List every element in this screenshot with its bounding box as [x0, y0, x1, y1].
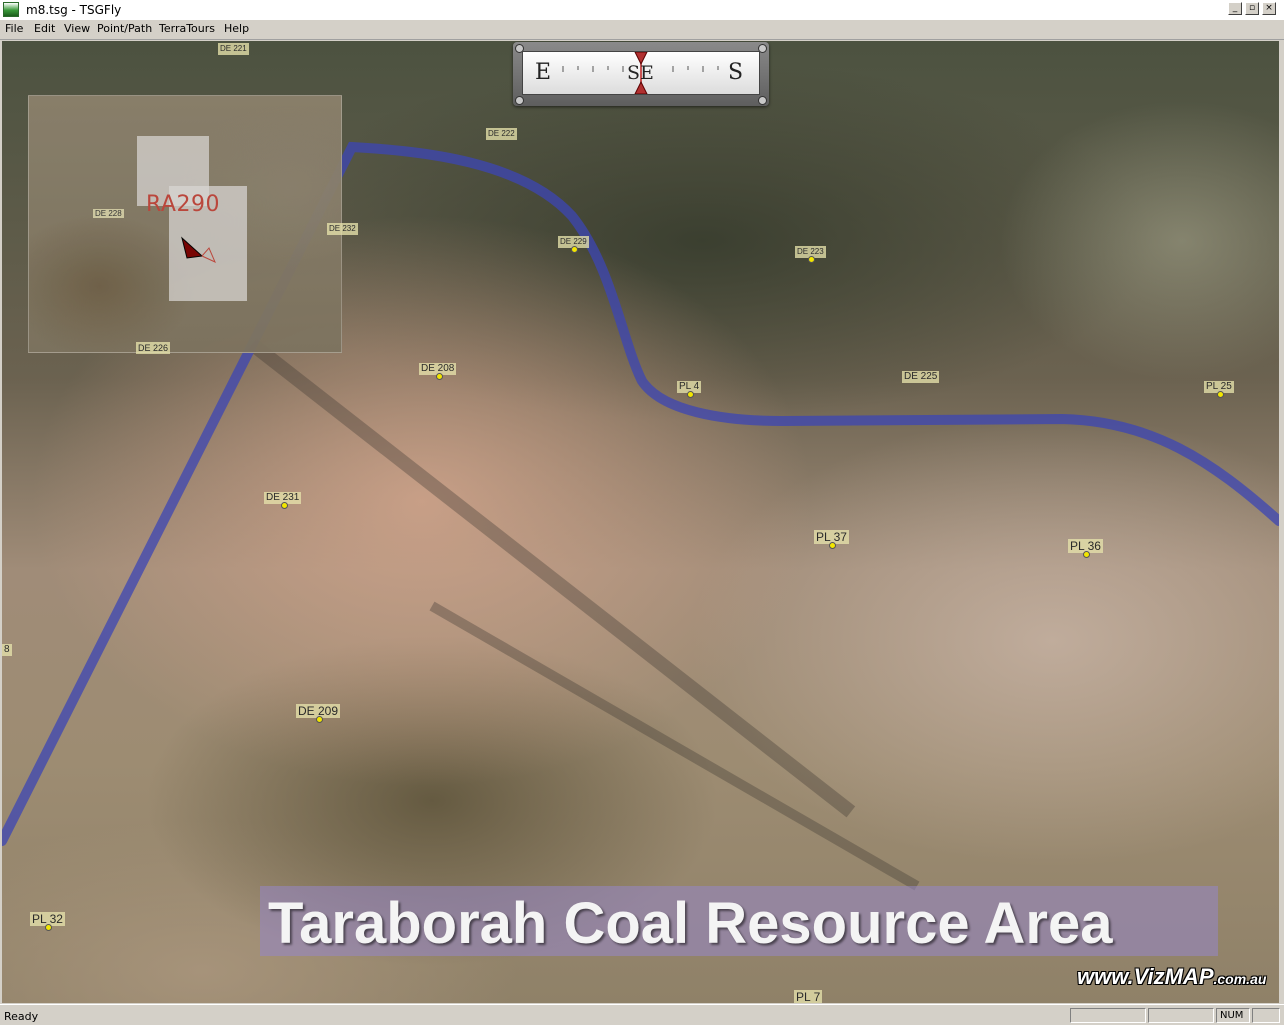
restore-button[interactable]: ▫ [1245, 2, 1259, 15]
map-label[interactable]: PL 32 [30, 912, 65, 931]
map-label[interactable]: DE 231 [264, 492, 302, 509]
map-label[interactable]: DE 221 [218, 43, 249, 55]
app-icon [3, 2, 19, 17]
inset-area-label: RA290 [146, 192, 220, 217]
minimize-button[interactable]: _ [1228, 2, 1242, 15]
map-label[interactable]: DE 222 [486, 128, 517, 140]
map-label[interactable]: DE 225 [902, 371, 940, 383]
map-label[interactable]: DE 209 [296, 704, 341, 723]
menu-file[interactable]: File [5, 22, 23, 35]
map-label[interactable]: DE 208 [419, 363, 457, 380]
compass-left-label: E [535, 60, 552, 85]
menu-point-path[interactable]: Point/Path [97, 22, 152, 35]
map-label[interactable]: PL 37 [814, 530, 849, 549]
map-label[interactable]: DE 232 [327, 223, 358, 235]
inset-de-label: DE 228 [93, 209, 124, 218]
status-text: Ready [4, 1010, 39, 1023]
status-pane [1148, 1008, 1214, 1023]
map-label[interactable]: PL 36 [1068, 539, 1103, 558]
inset-map: RA290 DE 228 [28, 95, 342, 353]
menu-terratours[interactable]: TerraTours [159, 22, 215, 35]
map-label[interactable]: 8 [2, 644, 12, 656]
area-title-text: Taraborah Coal Resource Area [268, 891, 1113, 956]
map-label[interactable]: DE 226 [136, 342, 171, 354]
vizmap-watermark: www.VizMAP.com.au [1077, 964, 1266, 990]
map-label[interactable]: PL 7 [794, 990, 823, 1003]
menu-help[interactable]: Help [224, 22, 249, 35]
status-pane [1070, 1008, 1146, 1023]
compass-right-label: S [728, 60, 744, 85]
map-label[interactable]: DE 229 [558, 236, 589, 253]
area-title-banner: Taraborah Coal Resource Area [260, 886, 1218, 956]
watermark-main: www.VizMAP [1077, 964, 1214, 989]
map-label[interactable]: PL 25 [1204, 381, 1234, 398]
status-num-indicator: NUM [1216, 1008, 1250, 1023]
menu-view[interactable]: View [64, 22, 90, 35]
map-viewport[interactable]: RA290 DE 228 E SE S DE 221 DE 222 DE 232… [2, 41, 1279, 1003]
status-pane [1252, 1008, 1280, 1023]
compass: E SE S [513, 42, 769, 106]
title-bar: m8.tsg - TSGFly _ ▫ × [0, 0, 1284, 21]
map-label[interactable]: DE 223 [795, 246, 826, 263]
compass-heading-label: SE [627, 62, 654, 84]
position-arrow-icon [181, 236, 216, 263]
screw-icon [758, 96, 767, 105]
menu-edit[interactable]: Edit [34, 22, 55, 35]
close-button[interactable]: × [1262, 2, 1276, 15]
status-bar: Ready NUM [0, 1004, 1284, 1025]
map-label[interactable]: PL 4 [677, 381, 702, 398]
window-edge [1279, 41, 1284, 1003]
watermark-suffix: .com.au [1213, 971, 1267, 987]
menu-bar: File Edit View Point/Path TerraTours Hel… [0, 20, 1284, 40]
window-title: m8.tsg - TSGFly [26, 3, 122, 17]
compass-face: E SE S [522, 51, 760, 95]
screw-icon [515, 96, 524, 105]
